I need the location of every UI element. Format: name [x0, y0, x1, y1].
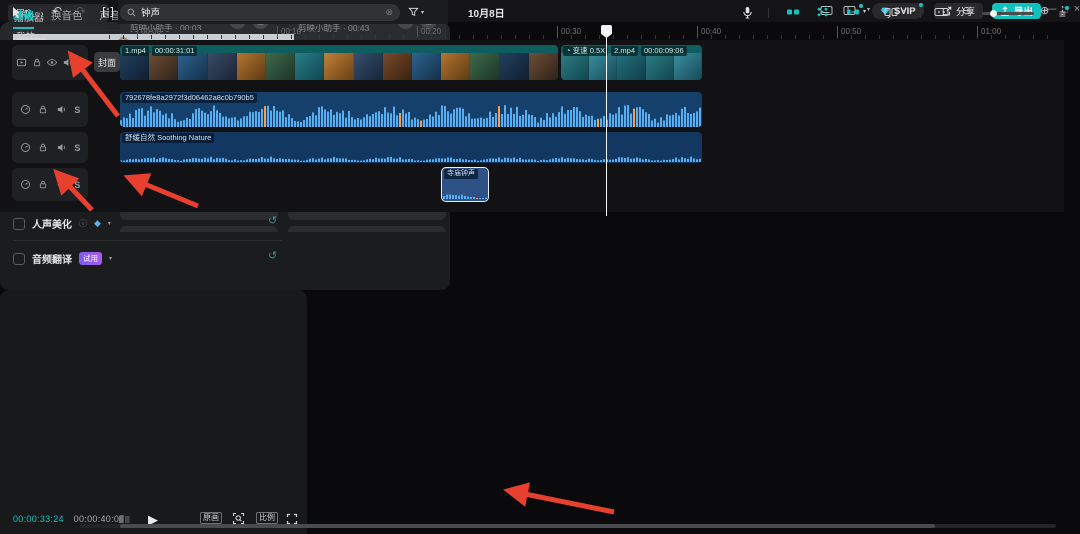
- sound-card[interactable]: 环绕回声古刹钟声音效: [288, 226, 446, 232]
- arrow-to-sfx-clip: [510, 491, 614, 512]
- audio-translate-row: 音频翻译 试用 ▾: [13, 251, 112, 266]
- chevron-down-icon[interactable]: ▾: [108, 220, 111, 227]
- trial-badge: 试用: [79, 252, 102, 265]
- chevron-down-icon[interactable]: ▾: [109, 255, 112, 262]
- audio-translate-checkbox[interactable]: [13, 253, 25, 265]
- ratio-button[interactable]: 比例: [256, 512, 278, 524]
- total-time: 00:00:40:07: [74, 514, 125, 524]
- current-time: 00:00:33:24: [13, 514, 64, 524]
- voice-beautify-checkbox[interactable]: [13, 218, 25, 230]
- reset-icon[interactable]: ↺: [268, 249, 277, 262]
- reset-icon[interactable]: ↺: [268, 214, 277, 227]
- app-window: 剪映 菜单▾ ✓ 18:09:38 自动保存本地 10月8日 ▾ SVIP 分享: [0, 0, 1080, 534]
- sound-card[interactable]: 悠长的钟声: [120, 226, 278, 232]
- vip-gem-icon: ◆: [94, 218, 101, 229]
- sound-title: 环绕回声古刹钟声音效: [298, 230, 393, 232]
- sound-title: 悠长的钟声: [130, 230, 180, 232]
- close-button[interactable]: ×: [1070, 3, 1080, 15]
- chevron-down-icon: ▾: [867, 6, 870, 13]
- player-panel: 播放器 ≡: [0, 290, 307, 534]
- voice-beautify-row: 人声美化 ⓘ ◆ ▾: [13, 216, 111, 231]
- quality-button[interactable]: 原画: [200, 512, 222, 524]
- info-icon: ⓘ: [79, 218, 87, 229]
- playback-time: 00:00:33:24 00:00:40:07: [13, 514, 125, 524]
- project-date: 10月8日: [468, 5, 505, 20]
- export-button[interactable]: 导出: [992, 3, 1041, 19]
